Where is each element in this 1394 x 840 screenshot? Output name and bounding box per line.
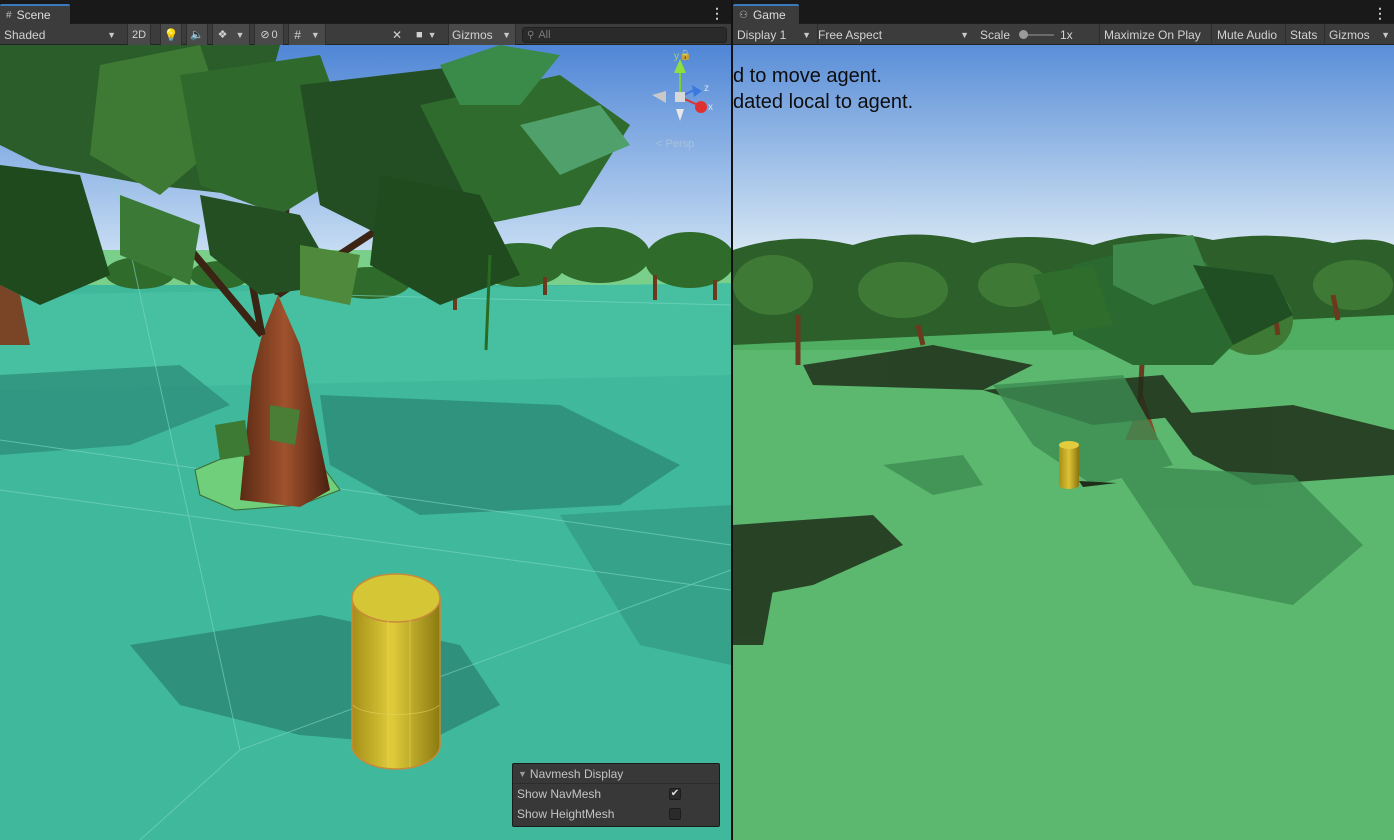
game-gizmos-button[interactable]: Gizmos ▼ xyxy=(1324,24,1394,45)
kebab-menu-icon[interactable]: ⋮ xyxy=(710,5,724,22)
show-heightmesh-checkbox[interactable] xyxy=(669,808,681,820)
gamepad-icon: ⚇ xyxy=(739,9,748,21)
toggle-2d-label: 2D xyxy=(131,28,147,41)
chevron-down-icon: ▼ xyxy=(502,29,511,40)
audio-toggle-button[interactable]: 🔈 xyxy=(186,24,208,45)
maximize-on-play-button[interactable]: Maximize On Play xyxy=(1099,24,1205,45)
scene-toolbar: Shaded ▼ 2D 💡 🔈 ❖ ▼ ⊘ 0 # ▼ ✕ ■ ▼ Gizmos… xyxy=(0,24,731,45)
scene-gizmos-label: Gizmos xyxy=(452,27,493,42)
scene-visibility-button[interactable]: ⊘ 0 xyxy=(254,24,284,45)
tools-icon: ✕ xyxy=(392,27,403,42)
tools-button[interactable]: ✕ xyxy=(392,24,406,45)
chevron-down-icon: ▼ xyxy=(802,29,811,40)
game-3d-render xyxy=(733,45,1394,840)
persp-icon: < xyxy=(656,138,663,150)
hidden-count: 0 xyxy=(271,28,278,41)
stats-button[interactable]: Stats xyxy=(1285,24,1321,45)
camera-settings-button[interactable]: ■ ▼ xyxy=(416,24,446,45)
aspect-value: Free Aspect xyxy=(818,27,883,42)
show-navmesh-row: Show NavMesh ✔ xyxy=(513,784,719,804)
search-icon: ⚲ xyxy=(527,29,535,41)
persp-label: Persp xyxy=(665,138,695,150)
orientation-gizmo[interactable] xyxy=(646,51,726,131)
mute-audio-label: Mute Audio xyxy=(1217,27,1278,42)
chevron-down-icon: ▼ xyxy=(1381,29,1390,40)
display-dropdown[interactable]: Display 1 ▼ xyxy=(737,24,811,45)
scene-gizmos-button[interactable]: Gizmos ▼ xyxy=(448,24,516,45)
display-value: Display 1 xyxy=(737,27,787,42)
visibility-icon: ⊘ xyxy=(260,29,270,41)
toggle-2d-button[interactable]: 2D xyxy=(127,24,151,45)
scene-tab-bar: # Scene ⋮ xyxy=(0,0,731,24)
effects-icon: ❖ xyxy=(217,29,228,41)
game-gizmos-label: Gizmos xyxy=(1329,27,1370,42)
scene-3d-render xyxy=(0,45,731,840)
grid-icon: # xyxy=(294,27,301,42)
navmesh-overlay-title: Navmesh Display xyxy=(529,766,624,781)
shading-mode-value: Shaded xyxy=(4,27,46,42)
camera-icon: ■ xyxy=(416,28,423,41)
game-toolbar: Display 1 ▼ Free Aspect ▼ Scale 1x Maxim… xyxy=(733,24,1394,45)
projection-toggle[interactable]: < Persp xyxy=(656,138,694,150)
lock-icon[interactable]: 🔒 xyxy=(679,50,691,61)
axis-z-label: z xyxy=(704,83,709,94)
navmesh-display-overlay: ▼ Navmesh Display Show NavMesh ✔ Show He… xyxy=(512,763,720,827)
game-instruction-line-1: d to move agent. xyxy=(733,65,882,87)
foldout-arrow-icon[interactable]: ▼ xyxy=(518,769,527,779)
scale-value: 1x xyxy=(1060,27,1073,42)
show-heightmesh-label: Show HeightMesh xyxy=(517,807,615,821)
tab-game[interactable]: ⚇ Game xyxy=(733,4,799,24)
scale-slider-thumb[interactable] xyxy=(1019,30,1028,39)
scene-tab-label: Scene xyxy=(16,8,51,22)
game-viewport[interactable]: d to move agent. dated local to agent. xyxy=(733,45,1394,840)
axis-x-label: x xyxy=(708,102,713,113)
axis-y-label: y xyxy=(674,51,679,62)
maximize-on-play-label: Maximize On Play xyxy=(1104,27,1201,42)
audio-icon: 🔈 xyxy=(190,29,204,41)
chevron-down-icon: ▼ xyxy=(235,29,245,40)
scene-search-field[interactable]: ⚲ xyxy=(522,27,727,43)
aspect-dropdown[interactable]: Free Aspect ▼ xyxy=(817,24,971,45)
game-view-panel: ⚇ Game ⋮ Display 1 ▼ Free Aspect ▼ Scale… xyxy=(733,0,1394,840)
game-instruction-line-2: dated local to agent. xyxy=(733,91,914,113)
chevron-down-icon: ▼ xyxy=(310,29,320,40)
scene-grid-icon: # xyxy=(6,9,12,21)
game-tab-label: Game xyxy=(752,8,786,22)
stats-label: Stats xyxy=(1290,27,1318,42)
mute-audio-button[interactable]: Mute Audio xyxy=(1211,24,1282,45)
scene-search-input[interactable] xyxy=(538,29,719,41)
tab-scene[interactable]: # Scene xyxy=(0,4,70,24)
lighting-toggle-button[interactable]: 💡 xyxy=(160,24,182,45)
show-navmesh-checkbox[interactable]: ✔ xyxy=(669,788,681,800)
lighting-icon: 💡 xyxy=(163,27,179,42)
game-tab-bar: ⚇ Game ⋮ xyxy=(733,0,1394,24)
shading-mode-dropdown[interactable]: Shaded ▼ xyxy=(4,24,120,45)
effects-toggle-button[interactable]: ❖ ▼ xyxy=(212,24,250,45)
chevron-down-icon: ▼ xyxy=(427,29,437,40)
scene-viewport[interactable]: 🔒 y z x < Persp ▼ Navmesh Display Show N… xyxy=(0,45,731,840)
grid-toggle-button[interactable]: # ▼ xyxy=(288,24,326,45)
show-navmesh-label: Show NavMesh xyxy=(517,787,602,801)
scene-view-panel: # Scene ⋮ Shaded ▼ 2D 💡 🔈 ❖ ▼ ⊘ 0 # ▼ ✕ … xyxy=(0,0,731,840)
show-heightmesh-row: Show HeightMesh xyxy=(513,804,719,824)
kebab-menu-icon[interactable]: ⋮ xyxy=(1373,5,1387,22)
navmesh-overlay-header[interactable]: ▼ Navmesh Display xyxy=(513,764,719,784)
scale-label: Scale xyxy=(980,27,1011,42)
chevron-down-icon: ▼ xyxy=(107,29,116,40)
chevron-down-icon: ▼ xyxy=(960,29,969,40)
